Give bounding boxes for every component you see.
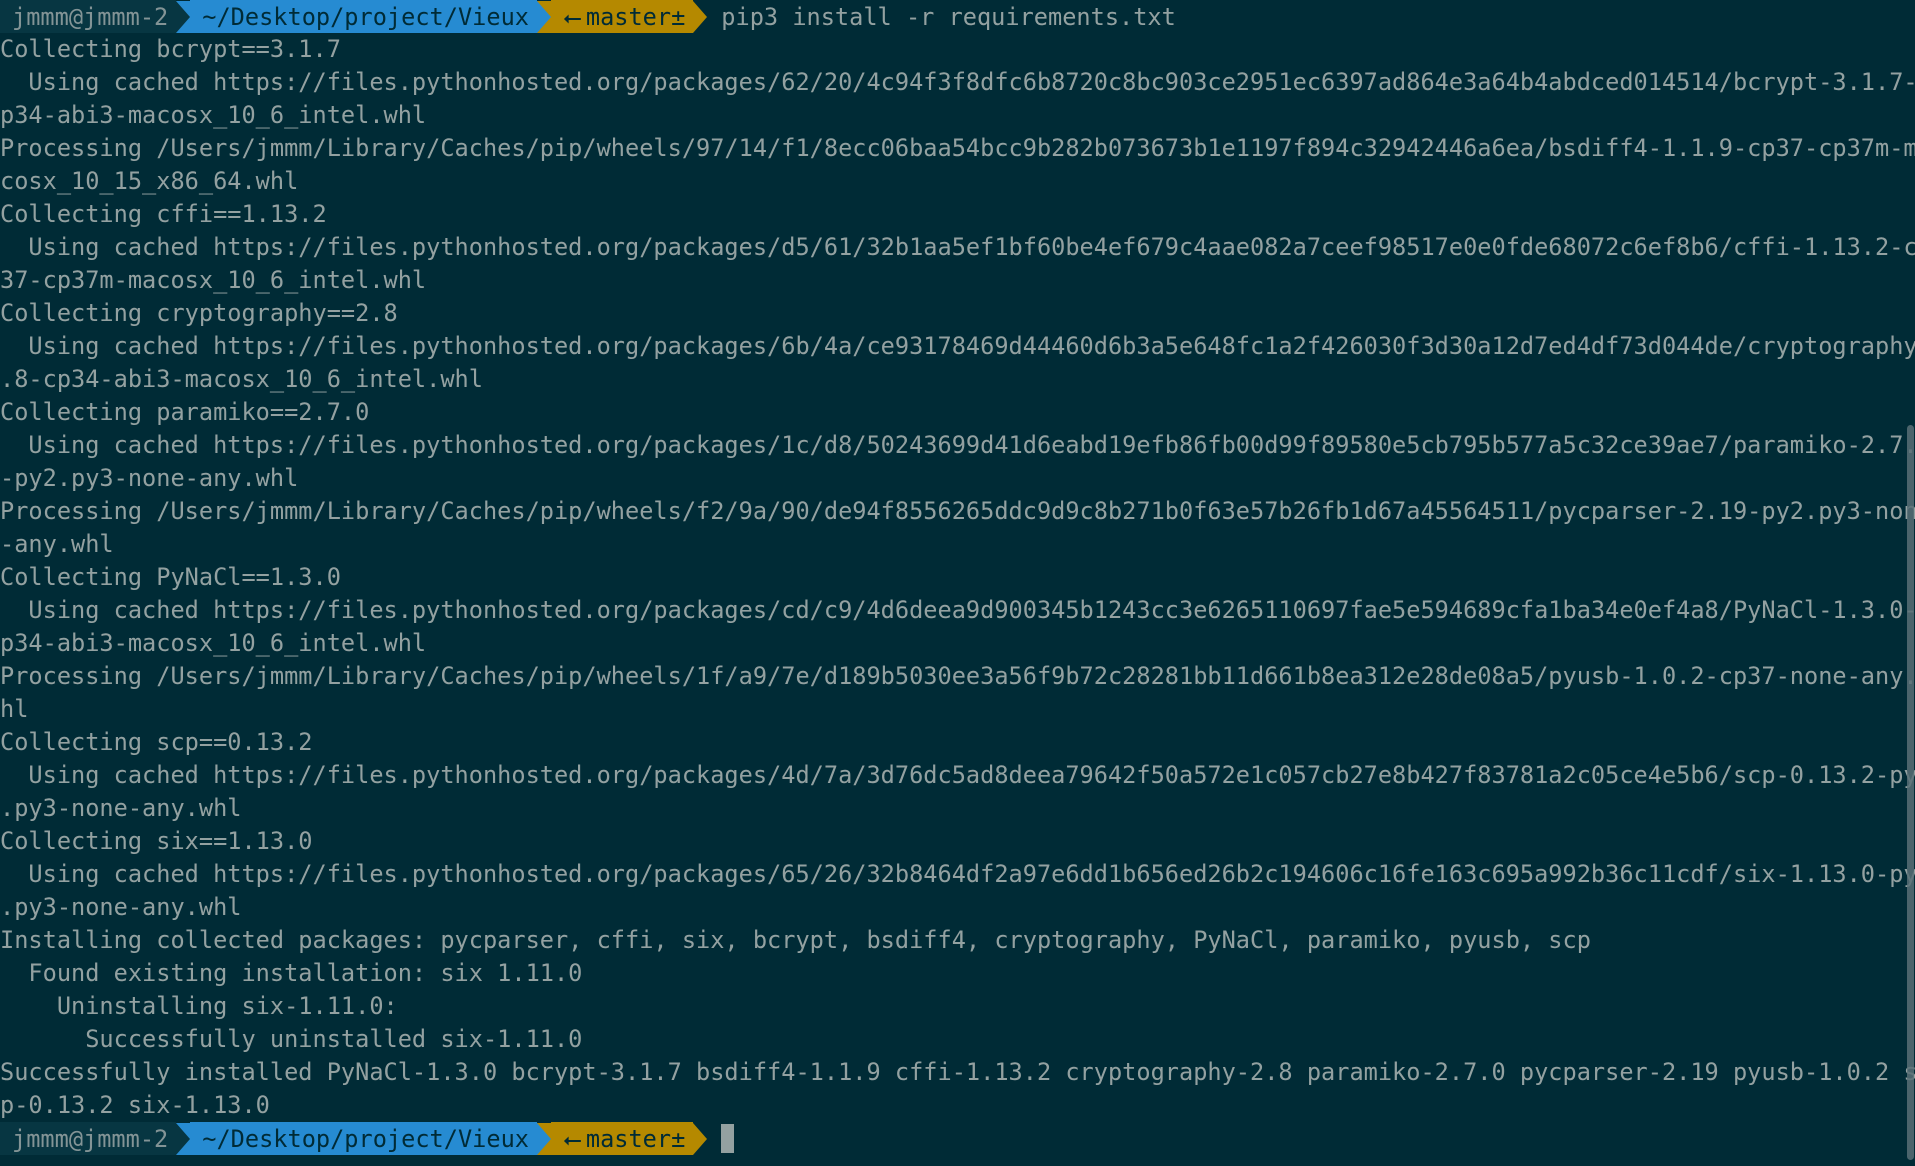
output-line: -py2.py3-none-any.whl: [0, 464, 299, 492]
prompt-git-branch: ⭠ master±: [550, 0, 694, 33]
output-line: p34-abi3-macosx_10_6_intel.whl: [0, 101, 427, 129]
output-line: Using cached https://files.pythonhosted.…: [0, 431, 1915, 459]
prompt-separator-arrow: [176, 0, 191, 33]
output-line: Using cached https://files.pythonhosted.…: [0, 596, 1915, 624]
prompt-host: jmmm@jmmm-2: [0, 0, 177, 33]
output-line: .py3-none-any.whl: [0, 794, 242, 822]
git-branch-icon: ⭠: [562, 1124, 582, 1153]
output-line: p-0.13.2 six-1.13.0: [0, 1091, 270, 1119]
vertical-scrollbar[interactable]: [1907, 425, 1914, 1160]
git-branch-name: master±: [585, 1124, 686, 1153]
git-branch-name: master±: [585, 2, 686, 31]
output-line: Collecting PyNaCl==1.3.0: [0, 563, 341, 591]
prompt-path: ~/Desktop/project/Vieux: [190, 1122, 537, 1155]
output-line: Collecting cryptography==2.8: [0, 299, 398, 327]
output-line: Collecting bcrypt==3.1.7: [0, 35, 341, 63]
output-line: Successfully uninstalled six-1.11.0: [0, 1025, 583, 1053]
output-line: -any.whl: [0, 530, 114, 558]
prompt-host: jmmm@jmmm-2: [0, 1122, 177, 1155]
prompt-separator-arrow: [536, 1122, 551, 1155]
output-line: p34-abi3-macosx_10_6_intel.whl: [0, 629, 427, 657]
output-line: Installing collected packages: pycparser…: [0, 926, 1591, 954]
output-line: .py3-none-any.whl: [0, 893, 242, 921]
prompt-git-branch: ⭠ master±: [550, 1122, 694, 1155]
output-line: Successfully installed PyNaCl-1.3.0 bcry…: [0, 1058, 1915, 1086]
prompt-separator-arrow: [176, 1122, 191, 1155]
prompt-separator-arrow: [536, 0, 551, 33]
git-branch-icon: ⭠: [562, 2, 582, 31]
output-line: Collecting six==1.13.0: [0, 827, 313, 855]
output-line: Found existing installation: six 1.11.0: [0, 959, 583, 987]
text-cursor[interactable]: [721, 1124, 735, 1153]
prompt-line-top: jmmm@jmmm-2 ~/Desktop/project/Vieux ⭠ maste…: [0, 0, 1915, 33]
output-line: Using cached https://files.pythonhosted.…: [0, 761, 1915, 789]
entered-command: pip3 install -r requirements.txt: [721, 2, 1176, 31]
output-line: Using cached https://files.pythonhosted.…: [0, 233, 1915, 261]
prompt-path: ~/Desktop/project/Vieux: [190, 0, 537, 33]
output-line: Processing /Users/jmmm/Library/Caches/pi…: [0, 497, 1915, 525]
output-line: cosx_10_15_x86_64.whl: [0, 167, 299, 195]
output-line: Collecting cffi==1.13.2: [0, 200, 327, 228]
output-line: Collecting scp==0.13.2: [0, 728, 313, 756]
terminal-output: Collecting bcrypt==3.1.7 Using cached ht…: [0, 33, 1915, 1122]
output-line: Collecting paramiko==2.7.0: [0, 398, 370, 426]
output-line: Using cached https://files.pythonhosted.…: [0, 68, 1915, 96]
output-line: .8-cp34-abi3-macosx_10_6_intel.whl: [0, 365, 483, 393]
output-line: 37-cp37m-macosx_10_6_intel.whl: [0, 266, 427, 294]
output-line: Uninstalling six-1.11.0:: [0, 992, 398, 1020]
prompt-separator-arrow: [693, 0, 708, 33]
output-line: Processing /Users/jmmm/Library/Caches/pi…: [0, 134, 1915, 162]
output-line: Processing /Users/jmmm/Library/Caches/pi…: [0, 662, 1915, 690]
output-line: Using cached https://files.pythonhosted.…: [0, 860, 1915, 888]
prompt-separator-arrow: [693, 1122, 708, 1155]
prompt-line-bottom[interactable]: jmmm@jmmm-2 ~/Desktop/project/Vieux ⭠ maste…: [0, 1122, 1915, 1155]
output-line: Using cached https://files.pythonhosted.…: [0, 332, 1915, 360]
output-line: hl: [0, 695, 29, 723]
terminal-window[interactable]: jmmm@jmmm-2 ~/Desktop/project/Vieux ⭠ maste…: [0, 0, 1915, 1166]
